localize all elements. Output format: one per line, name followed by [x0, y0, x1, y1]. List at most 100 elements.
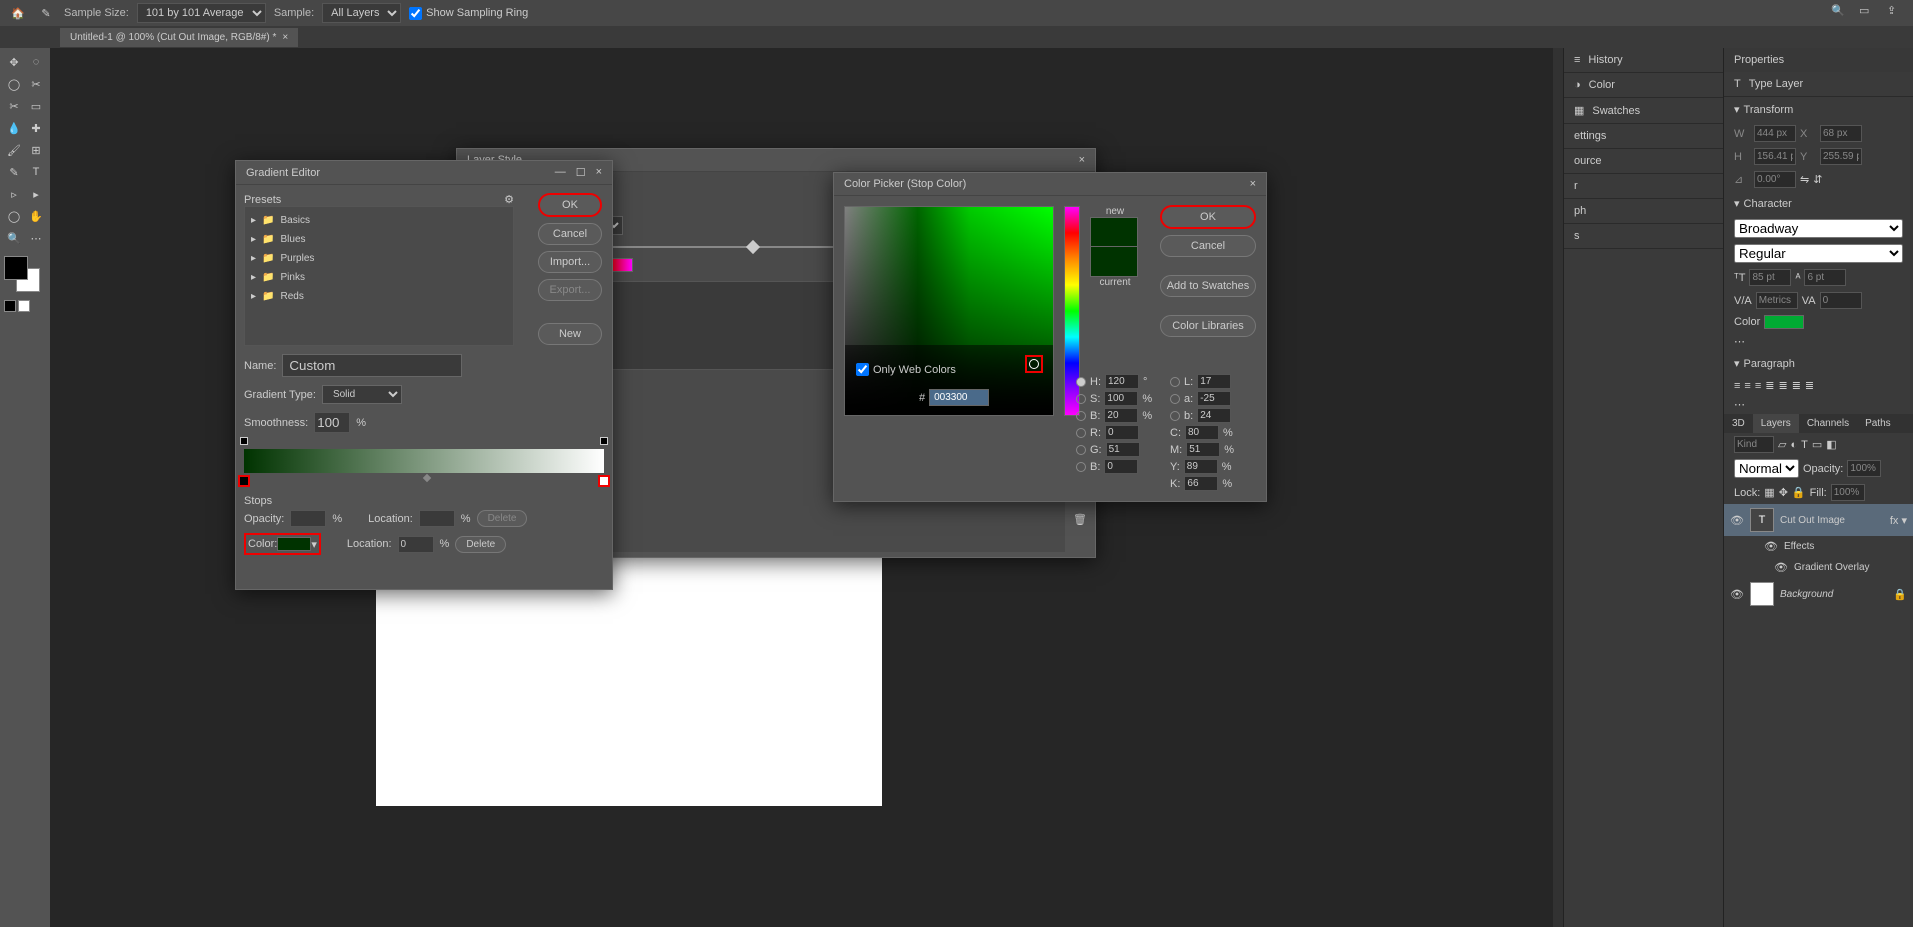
export-button[interactable]: Export...	[538, 279, 602, 301]
l-radio[interactable]	[1170, 377, 1180, 387]
color-stop-right[interactable]	[598, 475, 610, 487]
sample-select[interactable]: All Layers	[322, 3, 401, 23]
r-input[interactable]	[1105, 425, 1139, 440]
justify-all-icon[interactable]: ≣	[1805, 379, 1814, 392]
tab-layers[interactable]: Layers	[1753, 414, 1799, 433]
gradient-bar[interactable]	[244, 449, 604, 473]
paragraph-section[interactable]: ▾Paragraph	[1724, 351, 1913, 376]
b2-input[interactable]	[1197, 408, 1231, 423]
leading-input[interactable]	[1804, 269, 1846, 286]
opacity-stop-left[interactable]	[240, 437, 248, 445]
close-icon[interactable]: ×	[1250, 178, 1256, 190]
crop-tool-icon[interactable]: ✂	[4, 96, 24, 116]
fx-indicator[interactable]: fx ▾	[1890, 514, 1907, 527]
lock-pixels-icon[interactable]: ▦	[1764, 486, 1774, 499]
stamp-tool-icon[interactable]: ⊞	[26, 140, 46, 160]
s-radio[interactable]	[1076, 394, 1086, 404]
close-icon[interactable]: ×	[1079, 154, 1085, 166]
h-radio[interactable]	[1076, 377, 1086, 387]
swatches-panel-button[interactable]: ▦Swatches	[1564, 98, 1723, 124]
w-input[interactable]	[1754, 125, 1796, 142]
gradient-name-input[interactable]	[282, 354, 462, 377]
cancel-button[interactable]: Cancel	[538, 223, 602, 245]
lock-position-icon[interactable]: ✥	[1779, 486, 1788, 499]
close-icon[interactable]: ×	[596, 166, 602, 179]
close-tab-icon[interactable]: ×	[282, 32, 288, 43]
tab-paths[interactable]: Paths	[1857, 414, 1899, 433]
move-tool-icon[interactable]: ✥	[4, 52, 24, 72]
align-right-icon[interactable]: ≡	[1755, 380, 1761, 392]
align-left-icon[interactable]: ≡	[1734, 380, 1740, 392]
stop-location-input[interactable]	[419, 510, 455, 527]
panel-button-ph[interactable]: ph	[1564, 199, 1723, 224]
a-input[interactable]	[1197, 391, 1231, 406]
maximize-icon[interactable]: ☐	[576, 166, 586, 179]
b2-radio[interactable]	[1170, 411, 1180, 421]
preset-folder[interactable]: ▸📁Reds	[249, 287, 509, 306]
delete-color-stop-button[interactable]: Delete	[455, 536, 506, 553]
justify-left-icon[interactable]: ≣	[1765, 379, 1774, 392]
justify-right-icon[interactable]: ≣	[1792, 379, 1801, 392]
layer-row-background[interactable]: 👁 Background 🔒	[1724, 578, 1913, 610]
show-sampling-ring-checkbox[interactable]: Show Sampling Ring	[409, 7, 528, 20]
lasso-tool-icon[interactable]: ◯	[4, 74, 24, 94]
swap-colors-icon[interactable]	[18, 300, 30, 312]
preset-folder[interactable]: ▸📁Basics	[249, 211, 509, 230]
current-color-swatch[interactable]	[1090, 247, 1138, 277]
color-picker-title-bar[interactable]: Color Picker (Stop Color) ×	[834, 173, 1266, 196]
font-family-select[interactable]: Broadway	[1734, 219, 1903, 238]
sample-size-select[interactable]: 101 by 101 Average	[137, 3, 266, 23]
g-input[interactable]	[1106, 442, 1140, 457]
align-center-icon[interactable]: ≡	[1744, 380, 1750, 392]
color-panel-button[interactable]: ◑Color	[1564, 73, 1723, 98]
h-input[interactable]	[1754, 148, 1796, 165]
flip-h-icon[interactable]: ⇋	[1800, 173, 1809, 186]
layer-kind-filter[interactable]	[1734, 436, 1774, 453]
minimize-icon[interactable]: —	[555, 166, 566, 179]
pen-tool-icon[interactable]: ✎	[4, 162, 24, 182]
eyedropper-tool-icon[interactable]: ✎	[36, 3, 56, 23]
layers-opacity-input[interactable]	[1847, 460, 1881, 477]
color-libraries-button[interactable]: Color Libraries	[1160, 315, 1256, 337]
c-input[interactable]	[1185, 425, 1219, 440]
hand-tool-icon[interactable]: ✋	[26, 206, 46, 226]
tracking-input[interactable]	[1820, 292, 1862, 309]
color-dropdown-icon[interactable]: ▾	[311, 538, 317, 551]
panel-button-s[interactable]: s	[1564, 224, 1723, 249]
brush-tool-icon[interactable]: 🖌	[4, 140, 24, 160]
flip-v-icon[interactable]: ⇵	[1813, 173, 1822, 186]
workspace-icon[interactable]: ▭	[1859, 4, 1877, 22]
panel-button-r[interactable]: r	[1564, 174, 1723, 199]
h-input[interactable]	[1105, 374, 1139, 389]
tab-3d[interactable]: 3D	[1724, 414, 1753, 433]
preset-folder[interactable]: ▸📁Pinks	[249, 268, 509, 287]
add-to-swatches-button[interactable]: Add to Swatches	[1160, 275, 1256, 297]
midpoint-handle[interactable]	[423, 474, 431, 482]
properties-tab[interactable]: Properties	[1724, 48, 1913, 72]
r-radio[interactable]	[1076, 428, 1086, 438]
preset-folder[interactable]: ▸📁Blues	[249, 230, 509, 249]
k-input[interactable]	[1184, 476, 1218, 491]
color-stop-location-input[interactable]	[398, 536, 434, 553]
gradient-type-select[interactable]: Solid	[322, 385, 402, 404]
y-input[interactable]	[1184, 459, 1218, 474]
color-swatches[interactable]	[4, 256, 40, 292]
visibility-icon[interactable]: 👁	[1774, 561, 1788, 574]
y-input[interactable]	[1820, 148, 1862, 165]
kerning-input[interactable]	[1756, 292, 1798, 309]
visibility-icon[interactable]: 👁	[1730, 588, 1744, 601]
filter-smart-icon[interactable]: ◧	[1826, 438, 1836, 451]
edit-toolbar-icon[interactable]: ⋯	[26, 228, 46, 248]
stop-color-swatch[interactable]	[277, 537, 311, 551]
tab-channels[interactable]: Channels	[1799, 414, 1857, 433]
text-color-swatch[interactable]	[1764, 315, 1804, 329]
visibility-icon[interactable]: 👁	[1730, 514, 1744, 527]
a-radio[interactable]	[1170, 394, 1180, 404]
angle-input[interactable]	[1754, 171, 1796, 188]
default-colors-icon[interactable]	[4, 300, 16, 312]
quick-select-tool-icon[interactable]: ✂	[26, 74, 46, 94]
gear-icon[interactable]: ⚙	[504, 193, 514, 206]
direct-select-icon[interactable]: ▸	[26, 184, 46, 204]
x-input[interactable]	[1820, 125, 1862, 142]
color-stop-left[interactable]	[238, 475, 250, 487]
